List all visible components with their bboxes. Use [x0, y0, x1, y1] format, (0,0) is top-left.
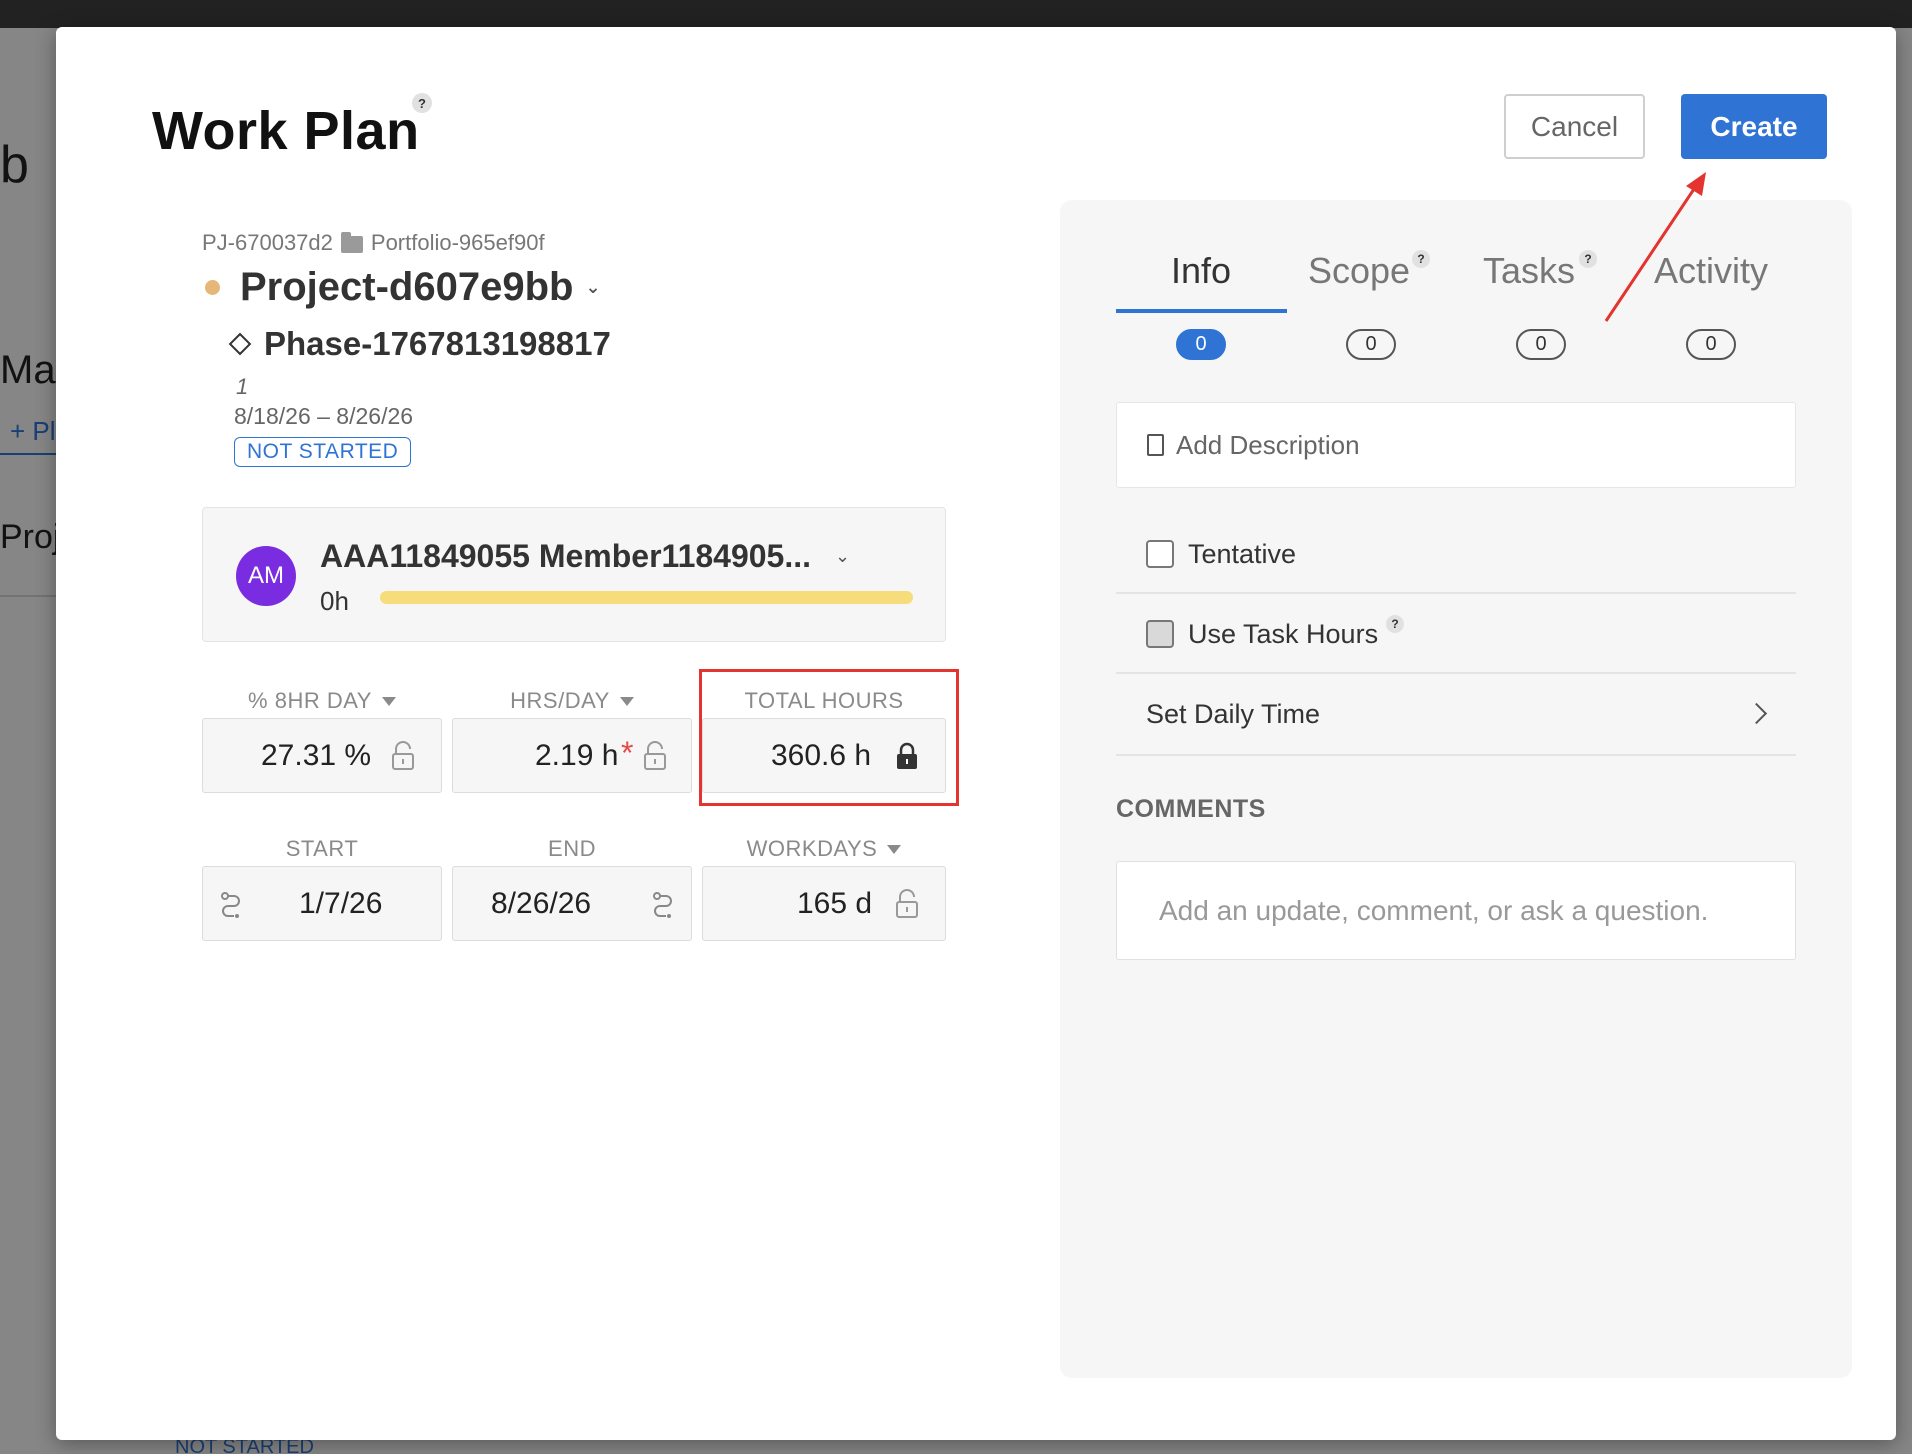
highlight-annotation	[699, 669, 959, 806]
phase-row: Phase-1767813198817	[228, 325, 611, 363]
use-task-hours-option[interactable]: Use Task Hours ?	[1116, 596, 1796, 674]
portfolio-name[interactable]: Portfolio-965ef90f	[371, 230, 545, 256]
hrs-day-label[interactable]: HRS/DAY	[452, 688, 692, 714]
pct-day-value: 27.31 %	[261, 738, 372, 772]
pct-day-field[interactable]: 27.31 %	[202, 718, 442, 793]
document-icon	[1147, 434, 1164, 456]
folder-icon	[340, 231, 363, 253]
tab-activity[interactable]: Activity	[1626, 250, 1796, 292]
tasks-count-badge: 0	[1516, 329, 1566, 360]
project-code: PJ-670037d2	[202, 230, 333, 255]
project-selector[interactable]: Project-d607e9bb ⌄	[205, 265, 601, 310]
workdays-value: 165 d	[797, 886, 873, 920]
add-description-label: Add Description	[1176, 429, 1360, 460]
avatar: AM	[236, 546, 296, 606]
add-description-button[interactable]: Add Description	[1116, 402, 1796, 488]
end-date-field[interactable]: 8/26/26	[452, 866, 692, 941]
cancel-button[interactable]: Cancel	[1504, 94, 1645, 159]
set-daily-time-label: Set Daily Time	[1146, 698, 1321, 729]
set-daily-time-row[interactable]: Set Daily Time	[1116, 674, 1796, 756]
tentative-checkbox[interactable]	[1146, 540, 1174, 568]
create-button[interactable]: Create	[1681, 94, 1827, 159]
status-badge: NOT STARTED	[234, 437, 412, 467]
phase-date-range: 8/18/26 – 8/26/26	[234, 403, 414, 429]
chevron-down-icon[interactable]: ⌄	[585, 277, 600, 298]
hrs-day-label-text: HRS/DAY	[510, 688, 610, 713]
unlock-icon[interactable]	[391, 741, 415, 771]
chevron-down-icon[interactable]: ⌄	[835, 546, 850, 567]
member-capacity-bar	[380, 591, 913, 604]
caret-down-icon	[619, 696, 634, 706]
caret-down-icon	[887, 844, 902, 854]
use-task-hours-help-icon[interactable]: ?	[1386, 615, 1405, 633]
phase-diamond-icon	[228, 332, 252, 356]
pct-day-label-text: % 8HR DAY	[248, 688, 372, 713]
use-task-hours-checkbox[interactable]	[1146, 620, 1174, 648]
comments-heading: COMMENTS	[1116, 795, 1266, 823]
tentative-label: Tentative	[1188, 538, 1297, 569]
end-label: END	[548, 836, 596, 861]
unlock-icon[interactable]	[895, 889, 919, 919]
info-count-badge: 0	[1176, 329, 1226, 360]
member-name[interactable]: AAA11849055 Member1184905...	[320, 538, 811, 575]
breadcrumb: PJ-670037d2 Portfolio-965ef90f	[202, 230, 545, 256]
phase-number: 1	[236, 374, 249, 399]
caret-down-icon	[381, 696, 396, 706]
activity-count-badge: 0	[1686, 329, 1736, 360]
dependency-link-icon[interactable]	[651, 891, 675, 919]
start-date-value: 1/7/26	[299, 886, 383, 920]
tentative-option[interactable]: Tentative	[1116, 516, 1796, 594]
project-color-dot	[205, 280, 220, 295]
active-tab-indicator	[1116, 309, 1287, 313]
start-date-field[interactable]: 1/7/26	[202, 866, 442, 941]
unlock-icon[interactable]	[643, 741, 667, 771]
member-card: AM AAA11849055 Member1184905... ⌄ 0h	[202, 507, 946, 642]
comment-input[interactable]: Add an update, comment, or ask a questio…	[1116, 861, 1796, 960]
workdays-field[interactable]: 165 d	[702, 866, 946, 941]
use-task-hours-label: Use Task Hours	[1188, 618, 1379, 649]
tab-info[interactable]: Info	[1116, 250, 1286, 292]
phase-name: Phase-1767813198817	[264, 325, 611, 362]
member-hours: 0h	[320, 586, 349, 616]
scope-help-icon[interactable]: ?	[1412, 250, 1430, 268]
workdays-label[interactable]: WORKDAYS	[702, 836, 946, 862]
hrs-day-value: 2.19 h	[535, 738, 619, 772]
pct-day-label[interactable]: % 8HR DAY	[202, 688, 442, 714]
project-name: Project-d607e9bb	[240, 265, 574, 309]
dependency-link-icon[interactable]	[219, 891, 243, 919]
title-help-icon[interactable]: ?	[412, 93, 432, 113]
page-title: Work Plan	[152, 101, 420, 161]
details-panel	[1060, 200, 1852, 1378]
chevron-right-icon	[1745, 702, 1768, 725]
scope-count-badge: 0	[1346, 329, 1396, 360]
required-asterisk: *	[621, 735, 634, 771]
hrs-day-field[interactable]: 2.19 h *	[452, 718, 692, 793]
workdays-label-text: WORKDAYS	[746, 836, 878, 861]
tasks-help-icon[interactable]: ?	[1579, 250, 1597, 268]
end-date-value: 8/26/26	[491, 886, 592, 920]
start-label: START	[285, 836, 359, 861]
